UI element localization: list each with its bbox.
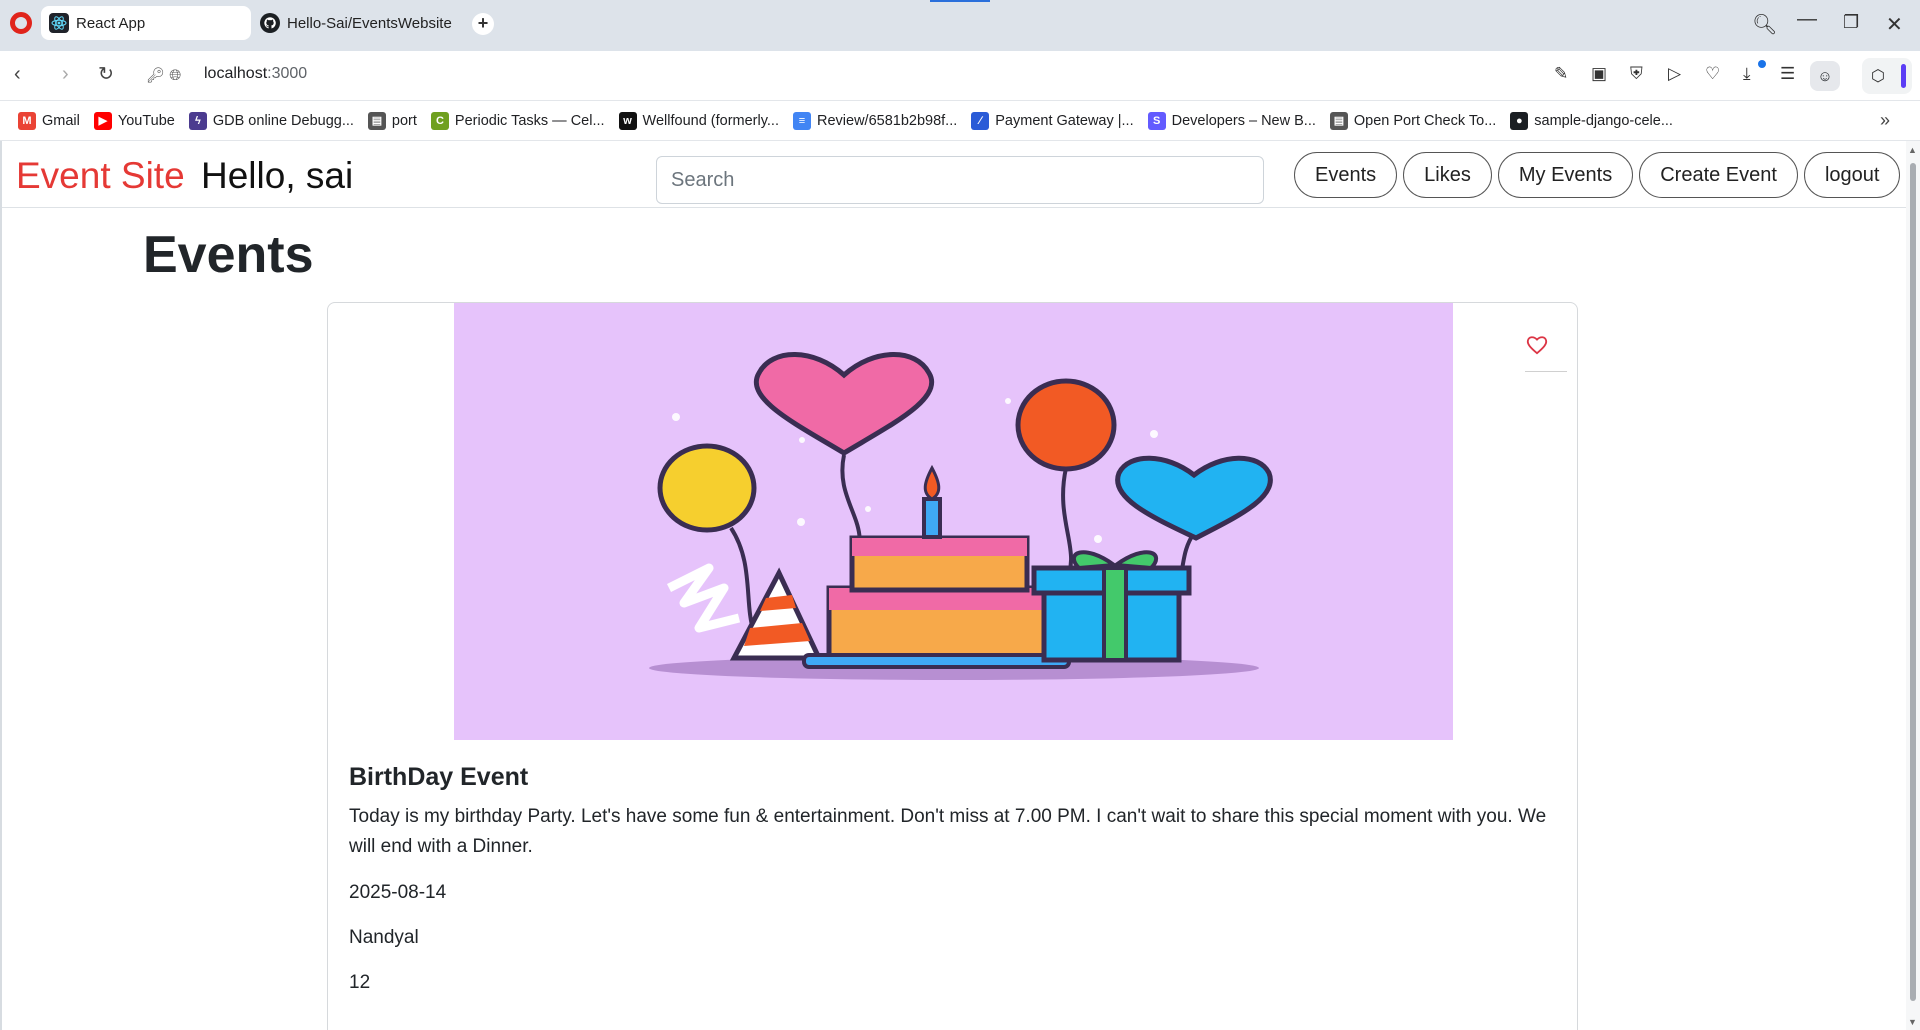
page-scrollbar[interactable]: ▲ ▼ <box>1906 141 1920 1030</box>
event-card: BirthDay Event Today is my birthday Part… <box>327 302 1578 1030</box>
youtube-icon: ▶ <box>93 111 112 130</box>
bookmark-item[interactable]: C Periodic Tasks — Cel... <box>430 111 605 130</box>
download-icon[interactable]: ⤓ <box>1743 64 1751 84</box>
bookmark-label: sample-django-cele... <box>1534 112 1673 129</box>
nav-button-group: Events Likes My Events Create Event logo… <box>1294 152 1901 198</box>
heart-outline-icon <box>1526 336 1548 355</box>
page-viewport: Event Site Hello, sai Events Likes My Ev… <box>0 141 1906 1030</box>
site-info-icon[interactable]: 🔑︎ 🌐︎ <box>146 66 181 84</box>
event-card-body: BirthDay Event Today is my birthday Part… <box>349 763 1559 1017</box>
bookmark-label: Developers – New B... <box>1171 112 1316 129</box>
react-icon <box>49 13 69 33</box>
address-bar: ‹ › ↻ 🔑︎ 🌐︎ localhost:3000 ✎ ▣ ⛨ ▷ ♡ ⤓ ☰… <box>0 51 1920 101</box>
bookmark-item[interactable]: w Wellfound (formerly... <box>618 111 779 130</box>
bookmark-item[interactable]: ∕ Payment Gateway |... <box>971 111 1134 130</box>
bookmark-item[interactable]: ● sample-django-cele... <box>1510 111 1673 130</box>
cube-icon: ⬡ <box>1871 68 1885 85</box>
bookmark-label: port <box>391 112 417 129</box>
close-window-icon[interactable]: ✕ <box>1886 12 1903 37</box>
gdb-icon: ϟ <box>188 111 207 130</box>
tab-strip-accent <box>930 0 990 2</box>
bookmark-item[interactable]: ▤ Open Port Check To... <box>1329 111 1497 130</box>
bookmark-item[interactable]: ▶ YouTube <box>93 111 175 130</box>
forward-icon[interactable]: › <box>62 63 69 86</box>
easy-setup-icon[interactable]: ☰ <box>1780 64 1795 84</box>
reload-icon[interactable]: ↻ <box>98 63 114 86</box>
payment-icon: ∕ <box>971 111 990 130</box>
back-icon[interactable]: ‹ <box>14 63 21 86</box>
bookmark-label: YouTube <box>117 112 175 129</box>
page-icon: ▤ <box>1329 111 1348 130</box>
restore-icon[interactable]: ❐ <box>1843 12 1859 33</box>
page-title: Events <box>143 226 314 284</box>
like-button[interactable] <box>1517 327 1557 363</box>
bookmark-label: Periodic Tasks — Cel... <box>454 112 605 129</box>
url-field[interactable]: localhost:3000 <box>204 65 307 83</box>
scroll-down-icon[interactable]: ▼ <box>1908 1017 1917 1027</box>
search-input[interactable] <box>656 156 1264 204</box>
likes-button[interactable]: Likes <box>1403 152 1492 198</box>
heart-icon[interactable]: ♡ <box>1705 64 1720 84</box>
page-icon: ▤ <box>367 111 386 130</box>
brand-logo[interactable]: Event Site <box>16 155 185 197</box>
bookmark-item[interactable]: ϟ GDB online Debugg... <box>188 111 354 130</box>
bookmark-item[interactable]: ▤ port <box>367 111 417 130</box>
profile-icon[interactable]: ☺ <box>1810 61 1840 91</box>
bookmark-label: GDB online Debugg... <box>212 112 354 129</box>
my-events-button[interactable]: My Events <box>1497 152 1634 198</box>
bookmark-item[interactable]: ≡ Review/6581b2b98f... <box>793 111 958 130</box>
edit-page-icon[interactable]: ✎ <box>1554 64 1568 84</box>
minimize-icon[interactable]: — <box>1797 8 1817 31</box>
docs-icon: ≡ <box>793 111 811 130</box>
tab-github-repo[interactable]: Hello-Sai/EventsWebsite <box>256 6 466 40</box>
more-bookmarks-icon[interactable]: » <box>1880 110 1890 131</box>
bookmark-item[interactable]: S Developers – New B... <box>1147 111 1316 130</box>
stripe-icon: S <box>1147 111 1166 130</box>
bookmark-label: Wellfound (formerly... <box>642 112 779 129</box>
tab-title: React App <box>76 14 146 32</box>
event-date: 2025-08-14 <box>349 882 447 903</box>
send-icon[interactable]: ▷ <box>1668 64 1681 84</box>
scroll-thumb[interactable] <box>1910 163 1916 1001</box>
event-image <box>454 303 1453 740</box>
camera-icon[interactable]: ▣ <box>1591 64 1607 84</box>
github-icon <box>260 13 280 33</box>
browser-tab-bar: React App Hello-Sai/EventsWebsite + 🔍︎ —… <box>0 0 1920 51</box>
bookmark-label: Payment Gateway |... <box>995 112 1134 129</box>
github-icon: ● <box>1510 111 1529 130</box>
events-button[interactable]: Events <box>1294 152 1398 198</box>
search-tabs-icon[interactable]: 🔍︎ <box>1752 12 1777 37</box>
event-title: BirthDay Event <box>349 763 529 791</box>
sidebar-toggle[interactable]: ⬡ <box>1862 58 1912 94</box>
logout-button[interactable]: logout <box>1803 152 1901 198</box>
bookmark-label: Gmail <box>42 112 80 129</box>
user-greeting: Hello, sai <box>201 155 354 196</box>
bookmark-label: Open Port Check To... <box>1353 112 1497 129</box>
shield-icon[interactable]: ⛨ <box>1630 64 1643 84</box>
app-navbar: Event Site Hello, sai Events Likes My Ev… <box>2 141 1906 208</box>
new-tab-button[interactable]: + <box>472 13 494 35</box>
create-event-button[interactable]: Create Event <box>1639 152 1798 198</box>
event-description: Today is my birthday Party. Let's have s… <box>349 806 1547 857</box>
event-location: Nandyal <box>349 927 419 948</box>
download-badge <box>1758 60 1766 68</box>
celery-icon: C <box>430 111 449 130</box>
gmail-icon: M <box>18 111 36 130</box>
wellfound-icon: w <box>618 111 637 130</box>
tab-react-app[interactable]: React App <box>41 6 251 40</box>
opera-logo-icon[interactable] <box>10 12 32 34</box>
tab-title: Hello-Sai/EventsWebsite <box>287 14 452 32</box>
divider <box>1525 371 1567 372</box>
scroll-up-icon[interactable]: ▲ <box>1908 145 1917 155</box>
bookmark-item[interactable]: M Gmail <box>18 111 80 130</box>
event-count: 12 <box>349 972 371 993</box>
sidebar-indicator <box>1901 64 1906 88</box>
bookmark-label: Review/6581b2b98f... <box>817 112 958 129</box>
bookmarks-bar: M Gmail ▶ YouTube ϟ GDB online Debugg... ▤ port… <box>0 101 1920 141</box>
